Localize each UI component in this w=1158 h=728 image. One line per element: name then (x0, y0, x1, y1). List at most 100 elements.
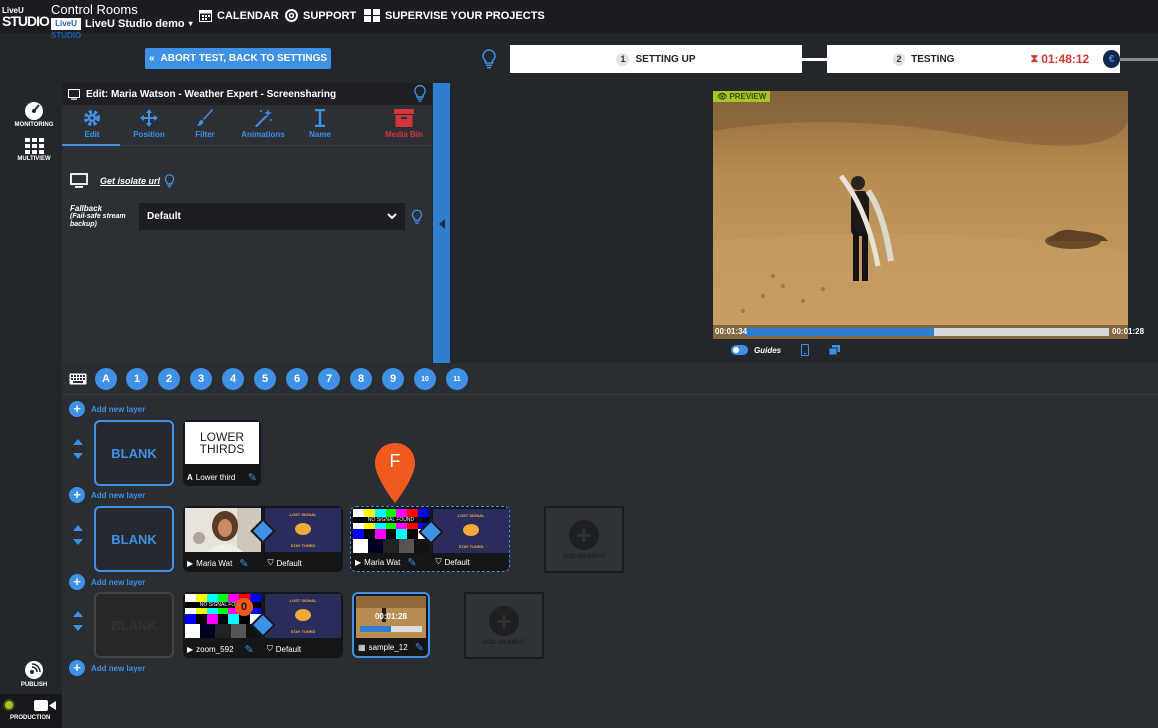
step-2-number: 2 (893, 52, 906, 66)
add-layer-label: Add new layer (91, 404, 146, 414)
scene-button-6[interactable]: 6 (286, 368, 308, 390)
step-setting-up[interactable]: 1 SETTING UP (510, 45, 802, 73)
grid-icon (24, 138, 44, 154)
nav-support[interactable]: SUPPORT (285, 9, 356, 22)
scene-bar-divider (62, 394, 1158, 395)
panel-collapse-handle[interactable] (433, 83, 450, 363)
add-layer-button[interactable]: + Add new layer (69, 401, 145, 417)
maria-input-card[interactable]: LOST SIGNAL STAY TUNED ▶ Maria Wat ✎ ⛉ D… (183, 506, 343, 572)
pencil-icon[interactable]: ✎ (248, 471, 257, 484)
scene-button-9[interactable]: 9 (382, 368, 404, 390)
lost-signal-thumbnail: LOST SIGNAL STAY TUNED (433, 509, 509, 553)
nav-calendar[interactable]: CALENDAR (199, 9, 279, 22)
marker-letter: F (389, 451, 401, 471)
fallback-help-lightbulb-icon[interactable] (411, 209, 423, 225)
liveu-logo[interactable]: LiveU STUDIO (2, 5, 50, 29)
sidebar-item-publish[interactable]: PUBLISH (8, 660, 60, 688)
move-down-icon[interactable] (73, 453, 83, 459)
scene-button-1[interactable]: 1 (126, 368, 148, 390)
keyboard-icon[interactable] (69, 373, 87, 385)
logo-bottom-text: STUDIO (2, 13, 50, 29)
sidebar-item-multiview[interactable]: MULTIVIEW (8, 138, 60, 162)
zoom-card-label-row: ▶ zoom_592 ✎ ⛉ Default (183, 640, 343, 658)
scene-button-a[interactable]: A (95, 368, 117, 390)
move-up-icon[interactable] (73, 439, 83, 445)
nav-supervise[interactable]: SUPERVISE YOUR PROJECTS (364, 9, 545, 22)
tool-media-bin[interactable]: Media Bin (374, 109, 434, 139)
isolate-help-lightbulb-icon[interactable] (164, 173, 175, 188)
default-label: Default (444, 557, 470, 567)
blank-tile[interactable]: BLANK (94, 506, 174, 572)
tool-position[interactable]: Position (119, 109, 179, 139)
film-icon: ▦ (358, 642, 366, 652)
sidebar-label-production: PRODUCTION (10, 715, 51, 721)
move-up-icon[interactable] (73, 525, 83, 531)
scene-button-8[interactable]: 8 (350, 368, 372, 390)
scene-button-4[interactable]: 4 (222, 368, 244, 390)
tool-animations[interactable]: Animations (233, 109, 293, 139)
scene-button-11[interactable]: 11 (446, 368, 468, 390)
abort-test-label: ABORT TEST, BACK TO SETTINGS (160, 53, 328, 64)
zoom-input-card[interactable]: NO SIGNAL FOUND LOST SIGNAL STAY TUNED 0… (183, 592, 343, 658)
scene-button-3[interactable]: 3 (190, 368, 212, 390)
sample-time: 00:01:28 (374, 612, 408, 621)
add-layer-button[interactable]: + Add new layer (69, 487, 145, 503)
mobile-icon[interactable] (801, 344, 810, 356)
pencil-icon[interactable]: ✎ (239, 557, 248, 570)
scene-button-5[interactable]: 5 (254, 368, 276, 390)
lost-signal-thumbnail: LOST SIGNAL STAY TUNED (265, 594, 341, 638)
blank-tile[interactable]: BLANK (94, 420, 174, 486)
copy-icon[interactable] (829, 345, 841, 355)
blank-tile[interactable]: BLANK (94, 592, 174, 658)
scene-button-2[interactable]: 2 (158, 368, 180, 390)
euro-icon[interactable]: € (1103, 50, 1120, 68)
stay-tuned-text: STAY TUNED (290, 629, 316, 634)
lost-signal-text: LOST SIGNAL (289, 512, 317, 517)
tool-active-indicator (62, 144, 120, 146)
scene-button-10[interactable]: 10 (414, 368, 436, 390)
edit-panel-header: Edit: Maria Watson - Weather Expert - Sc… (62, 83, 432, 105)
get-isolate-url-link[interactable]: Get isolate url (100, 176, 160, 186)
pencil-icon[interactable]: ✎ (245, 643, 254, 656)
maria-card-label-row: ▶ Maria Wat ✎ ⛉ Default (183, 554, 343, 572)
edit-panel: Edit: Maria Watson - Weather Expert - Sc… (62, 83, 432, 363)
lower-thirds-card[interactable]: LOWER THIRDS A Lower third ✎ (183, 420, 261, 486)
sidebar-label-monitoring: MONITORING (14, 122, 54, 128)
tool-edit-label: Edit (84, 130, 100, 139)
add-input-tile[interactable]: + ADD AN INPUT (544, 506, 624, 573)
monitor-icon (68, 88, 80, 100)
move-up-icon[interactable] (73, 611, 83, 617)
abort-test-button[interactable]: « ABORT TEST, BACK TO SETTINGS (145, 48, 331, 69)
edit-help-lightbulb-icon[interactable] (413, 84, 427, 103)
add-input-tile[interactable]: + ADD AN INPUT (464, 592, 544, 659)
no-signal-input-card[interactable]: NO SIGNAL FOUND LOST SIGNAL STAY TUNED ▶… (350, 506, 510, 572)
sample-thumbnail: 00:01:28 (356, 596, 426, 638)
move-down-icon[interactable] (73, 539, 83, 545)
edit-panel-title: Edit: Maria Watson - Weather Expert - Sc… (86, 88, 337, 100)
shield-icon: ⛉ (435, 557, 442, 566)
lightbulb-icon[interactable] (481, 49, 497, 69)
move-down-icon[interactable] (73, 625, 83, 631)
studio-selector[interactable]: LiveU STUDIO LiveU Studio demo ▾ (51, 17, 193, 40)
plus-icon: + (69, 401, 85, 417)
lower-thirds-thumb-line2: THIRDS (199, 442, 245, 456)
sidebar-item-monitoring[interactable]: MONITORING (8, 100, 60, 128)
tool-edit[interactable]: Edit (62, 109, 122, 139)
sample-video-card[interactable]: 00:01:28 ▦ sample_12 ✎ (352, 592, 430, 658)
notification-badge: 0 (235, 598, 253, 616)
step-testing[interactable]: 2 TESTING ⧗ 01:48:12 € (827, 45, 1120, 73)
shield-icon: ⛉ (266, 644, 273, 653)
move-arrows-icon (140, 109, 158, 127)
scene-button-7[interactable]: 7 (318, 368, 340, 390)
pencil-icon[interactable]: ✎ (407, 556, 416, 569)
sidebar-item-production[interactable]: PRODUCTION (0, 694, 62, 728)
tool-filter[interactable]: Filter (175, 109, 235, 139)
pencil-icon[interactable]: ✎ (415, 641, 424, 654)
fallback-select-value: Default (147, 211, 181, 222)
add-layer-button[interactable]: + Add new layer (69, 660, 145, 676)
fallback-select[interactable]: Default (139, 203, 405, 230)
gauge-icon (25, 102, 43, 120)
guides-toggle[interactable] (731, 345, 748, 355)
tool-name[interactable]: Name (290, 109, 350, 139)
add-layer-button[interactable]: + Add new layer (69, 574, 145, 590)
